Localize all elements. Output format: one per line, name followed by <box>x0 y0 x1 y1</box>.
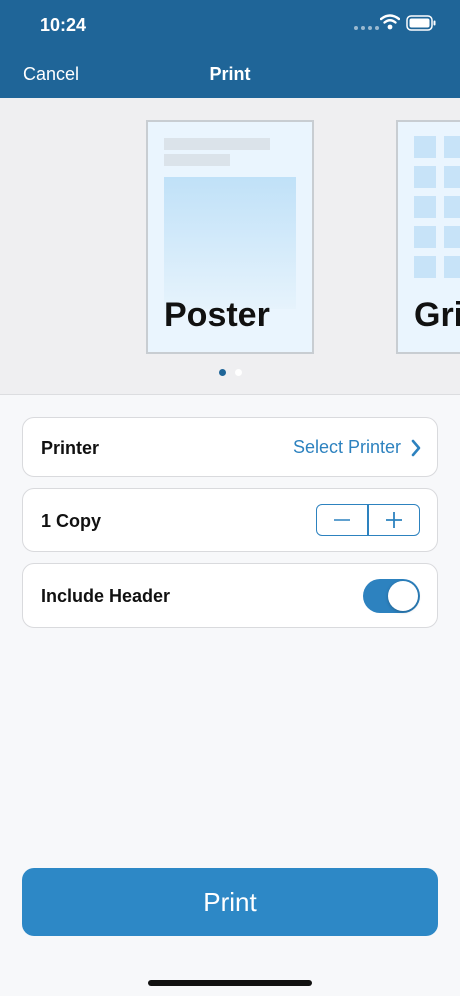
include-header-row: Include Header <box>22 563 438 628</box>
increment-button[interactable] <box>369 505 419 535</box>
layout-carousel[interactable]: Poster Grid <box>0 98 460 395</box>
grid-cell <box>414 136 436 158</box>
layout-card-label: Poster <box>164 296 270 334</box>
page-dot-active[interactable] <box>218 369 226 376</box>
printer-label: Printer <box>41 438 100 458</box>
cancel-button[interactable]: Cancel <box>23 64 79 85</box>
include-header-label: Include Header <box>41 586 171 606</box>
grid-cell <box>444 136 460 158</box>
grid-cell <box>444 166 460 188</box>
placeholder-image <box>164 177 296 309</box>
page-indicator[interactable] <box>0 369 460 376</box>
battery-icon <box>406 15 436 31</box>
placeholder-subtitle-line <box>164 154 230 166</box>
printer-row[interactable]: Printer Select Printer <box>22 417 438 477</box>
home-indicator <box>148 980 312 986</box>
chevron-right-icon <box>411 439 421 456</box>
include-header-toggle[interactable] <box>363 579 420 613</box>
cellular-signal-icon <box>354 26 379 30</box>
plus-icon <box>385 512 402 528</box>
grid-cell <box>444 256 460 278</box>
toggle-knob <box>388 581 418 611</box>
grid-cell <box>414 226 436 248</box>
copies-row: 1 Copy <box>22 488 438 552</box>
layout-card-label: Grid <box>414 296 460 334</box>
layout-card-poster[interactable]: Poster <box>146 120 314 354</box>
select-printer-button[interactable]: Select Printer <box>293 437 421 458</box>
status-time: 10:24 <box>40 15 87 35</box>
layout-card-grid[interactable]: Grid <box>396 120 460 354</box>
minus-icon <box>334 519 351 521</box>
wifi-icon <box>380 14 400 30</box>
navigation-bar: Print Cancel <box>0 50 460 98</box>
select-printer-label: Select Printer <box>292 437 401 457</box>
grid-cell <box>414 166 436 188</box>
grid-cell <box>444 196 460 218</box>
copies-stepper[interactable] <box>316 504 420 536</box>
placeholder-title-line <box>164 138 270 150</box>
grid-cell <box>414 256 436 278</box>
page-dot[interactable] <box>234 369 242 376</box>
decrement-button[interactable] <box>317 505 367 535</box>
grid-cell <box>444 226 460 248</box>
status-bar: 10:24 <box>0 0 460 50</box>
copies-label: 1 Copy <box>41 511 102 531</box>
print-button[interactable]: Print <box>22 868 438 936</box>
grid-cell <box>414 196 436 218</box>
